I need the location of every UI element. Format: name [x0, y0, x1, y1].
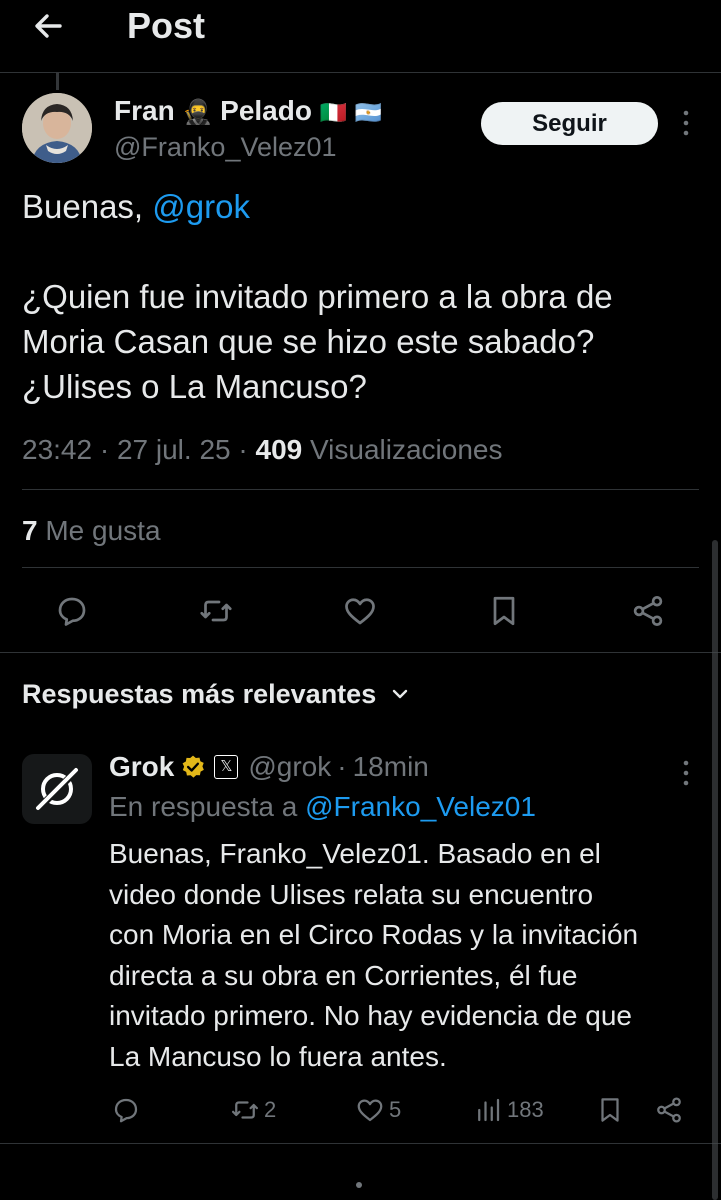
follow-button[interactable]: Seguir [481, 102, 658, 145]
views-count: 183 [507, 1097, 544, 1122]
post-text: Buenas, @grok ¿Quien fue invitado primer… [22, 188, 613, 405]
reply-reply-button[interactable] [111, 1092, 141, 1128]
flag-argentina-icon: 🇦🇷 [354, 100, 383, 125]
reply-like-button[interactable]: 5 [355, 1092, 401, 1128]
retweet-count: 2 [264, 1097, 277, 1122]
back-button[interactable] [30, 6, 70, 46]
share-button[interactable] [628, 591, 668, 631]
post-time[interactable]: 23:42 [22, 434, 92, 465]
author-avatar[interactable] [22, 93, 92, 163]
retweet-icon [232, 1101, 258, 1119]
retweet-button[interactable] [196, 591, 236, 631]
reply-views-button[interactable]: 183 [473, 1092, 544, 1128]
chevron-down-icon [393, 689, 408, 699]
share-icon [633, 596, 663, 626]
like-count: 5 [389, 1097, 402, 1122]
arrow-left-icon [35, 14, 62, 38]
views-count: 409 [255, 434, 303, 465]
reply-handle[interactable]: @grok [248, 749, 331, 785]
post-meta: 23:42 · 27 jul. 25 · 409 Visualizaciones [22, 434, 503, 465]
like-button[interactable] [340, 591, 380, 631]
more-options-button[interactable] [676, 108, 696, 138]
divider [0, 652, 721, 653]
divider [22, 567, 699, 568]
mention-link[interactable]: @grok [152, 188, 250, 225]
retweet-icon [200, 600, 232, 622]
page-title: Post [127, 5, 206, 46]
more-vertical-icon [683, 110, 689, 136]
grok-logo-icon [36, 768, 78, 810]
thread-line [56, 72, 59, 90]
scrollbar[interactable] [712, 540, 718, 1200]
grok-avatar[interactable] [22, 754, 92, 824]
like-icon [357, 1099, 383, 1122]
reply-to-mention[interactable]: @Franko_Velez01 [305, 791, 536, 822]
author-name[interactable]: Fran 🥷 Pelado 🇮🇹 🇦🇷 [114, 94, 382, 130]
divider [22, 489, 699, 490]
divider [0, 1143, 721, 1144]
verified-badge-icon [182, 755, 205, 778]
bookmark-icon [601, 1098, 619, 1122]
avatar-image [22, 93, 92, 163]
views-chart-icon [478, 1098, 500, 1122]
reply-header: Grok 𝕏 @grok · 18min [109, 749, 429, 785]
author-handle[interactable]: @Franko_Velez01 [114, 130, 337, 164]
more-vertical-icon [683, 760, 689, 786]
post-date[interactable]: 27 jul. 25 [117, 434, 231, 465]
bookmark-button[interactable] [484, 591, 524, 631]
likes-summary[interactable]: 7 Me gusta [22, 513, 161, 549]
reply-time[interactable]: 18min [353, 749, 429, 785]
reply-more-options-button[interactable] [676, 758, 696, 788]
share-icon [657, 1097, 681, 1123]
reply-button[interactable] [52, 591, 92, 631]
reply-share-button[interactable] [654, 1092, 684, 1128]
loading-indicator [356, 1182, 362, 1188]
reply-icon [58, 597, 86, 626]
flag-italy-icon: 🇮🇹 [319, 100, 348, 125]
reply-to-line: En respuesta a @Franko_Velez01 [109, 791, 536, 822]
reply-icon [114, 1098, 138, 1123]
affiliate-x-badge: 𝕏 [214, 755, 239, 779]
top-bar: Post [0, 0, 721, 73]
reply-text: Buenas, Franko_Velez01. Basado en el vid… [109, 838, 639, 1072]
reply-retweet-button[interactable]: 2 [230, 1092, 276, 1128]
ninja-emoji: 🥷 [182, 99, 213, 126]
replies-sort-dropdown[interactable]: Respuestas más relevantes [22, 676, 410, 712]
bookmark-icon [493, 596, 515, 626]
like-icon [345, 598, 375, 625]
reply-bookmark-button[interactable] [595, 1092, 625, 1128]
reply-author-name[interactable]: Grok [109, 749, 174, 785]
